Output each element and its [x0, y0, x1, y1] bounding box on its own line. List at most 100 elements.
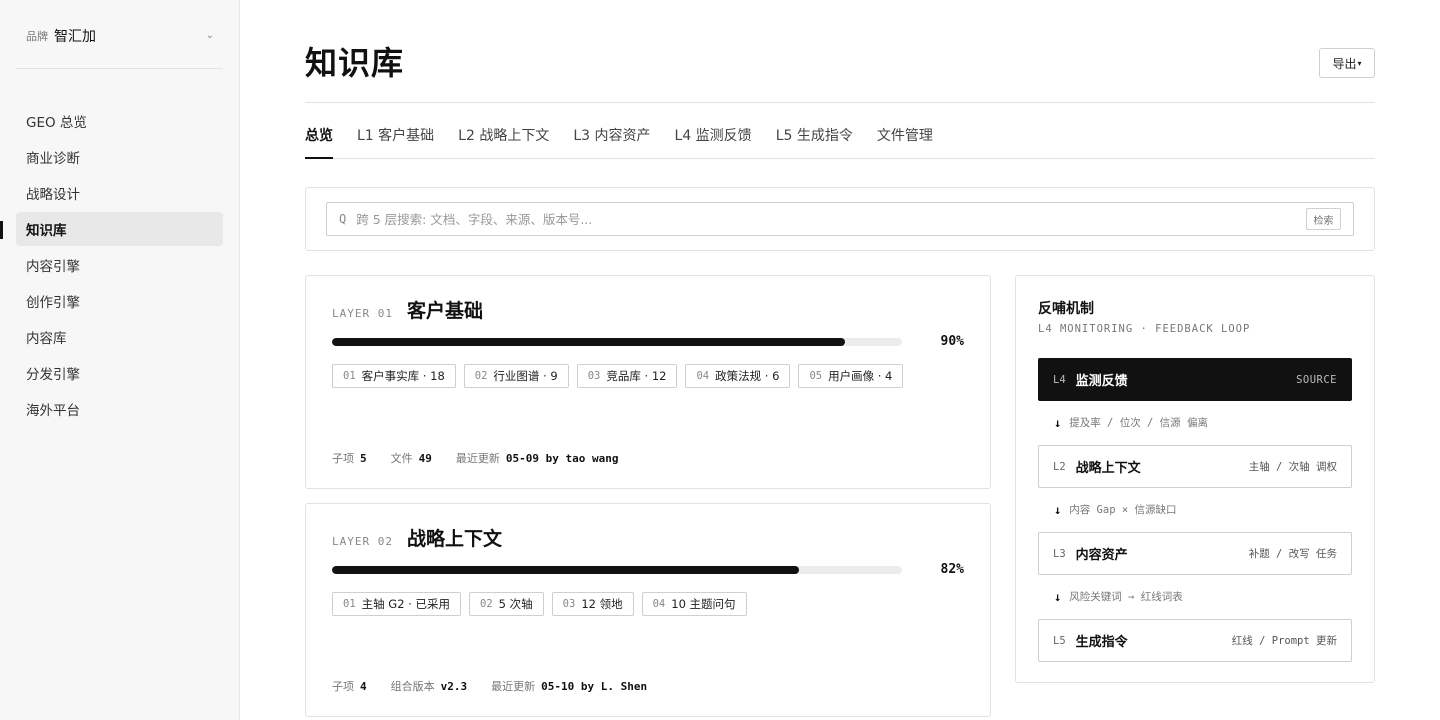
chip-label: 政策法规 · 6	[715, 369, 780, 383]
sidebar-item-knowledge-base[interactable]: 知识库	[16, 212, 223, 246]
node-meta: SOURCE	[1296, 373, 1337, 386]
chip-number: 04	[696, 370, 710, 382]
tab-overview[interactable]: 总览	[305, 112, 333, 159]
node-code: L3	[1053, 547, 1066, 560]
sidebar-item-content-engine[interactable]: 内容引擎	[16, 248, 223, 282]
progress-fill	[332, 338, 845, 346]
layer-header: LAYER 02 战略上下文	[332, 524, 502, 551]
search-panel: Q 检索	[305, 187, 1375, 251]
footer-value: 05-10 by L. Shen	[541, 680, 648, 693]
chip-customer-facts[interactable]: 01 客户事实库 · 18	[332, 364, 456, 388]
footer-value: v2.3	[440, 680, 468, 693]
chip-label: 12 领地	[581, 597, 623, 611]
footer-label: 子项	[332, 680, 354, 693]
caret-down-icon: ▾	[1357, 58, 1362, 68]
layer-card-01[interactable]: LAYER 01 客户基础 90% 01 客户事实库 · 18 02 行业图谱 · …	[305, 275, 991, 489]
chip-topic-questions[interactable]: 04 10 主题问句	[641, 592, 747, 616]
footer-value: 5	[360, 452, 367, 465]
flow-label: 内容 Gap × 信源缺口	[1069, 504, 1177, 516]
node-name: 战略上下文	[1075, 461, 1141, 476]
flow-label: 提及率 / 位次 / 信源 偏离	[1069, 417, 1208, 429]
sidebar: 品牌 智汇加 ⌄ GEO 总览 商业诊断 战略设计 知识库 内容引擎 创作引擎 …	[0, 0, 240, 720]
export-button[interactable]: 导出 ▾	[1319, 48, 1375, 78]
feedback-node-l2[interactable]: L2 战略上下文 主轴 / 次轴 调权	[1038, 445, 1352, 488]
tab-l1-customer-base[interactable]: L1 客户基础	[357, 112, 434, 158]
chip-territories[interactable]: 03 12 领地	[551, 592, 634, 616]
sidebar-item-strategy-design[interactable]: 战略设计	[16, 176, 223, 210]
panel-subtitle: L4 MONITORING · FEEDBACK LOOP	[1038, 323, 1251, 335]
tab-file-management[interactable]: 文件管理	[877, 112, 933, 158]
node-name: 生成指令	[1075, 635, 1128, 650]
search-box: Q 检索	[326, 202, 1354, 236]
node-name: 监测反馈	[1075, 374, 1128, 389]
flow-arrow: ↓ 提及率 / 位次 / 信源 偏离	[1054, 415, 1208, 430]
footer-label: 文件	[390, 452, 413, 465]
feedback-node-l3[interactable]: L3 内容资产 补题 / 改写 任务	[1038, 532, 1352, 575]
chip-policy-regulations[interactable]: 04 政策法规 · 6	[685, 364, 791, 388]
chip-industry-map[interactable]: 02 行业图谱 · 9	[463, 364, 569, 388]
tab-bar: 总览 L1 客户基础 L2 战略上下文 L3 内容资产 L4 监测反馈 L5 生…	[305, 112, 1375, 159]
footer-label: 最近更新	[455, 452, 500, 465]
node-meta: 主轴 / 次轴 调权	[1248, 461, 1337, 473]
chip-label: 竞品库 · 12	[606, 369, 667, 383]
chip-label: 5 次轴	[498, 597, 533, 611]
brand-switcher[interactable]: 品牌 智汇加 ⌄	[26, 26, 214, 46]
sidebar-nav: GEO 总览 商业诊断 战略设计 知识库 内容引擎 创作引擎 内容库 分发引擎 …	[16, 104, 223, 428]
chip-label: 主轴 G2 · 已采用	[361, 597, 451, 611]
flow-arrow: ↓ 风险关键词 → 红线词表	[1054, 589, 1183, 604]
tab-l3-content-assets[interactable]: L3 内容资产	[573, 112, 650, 158]
chip-label: 用户画像 · 4	[828, 369, 893, 383]
sidebar-item-content-library[interactable]: 内容库	[16, 320, 223, 354]
sidebar-item-geo-overview[interactable]: GEO 总览	[16, 104, 223, 138]
progress-percent: 82%	[940, 562, 964, 577]
tab-l5-generation[interactable]: L5 生成指令	[776, 112, 853, 158]
node-code: L4	[1053, 373, 1066, 386]
progress-percent: 90%	[940, 334, 964, 349]
tab-l4-monitoring[interactable]: L4 监测反馈	[675, 112, 752, 158]
chip-secondary-axes[interactable]: 02 5 次轴	[469, 592, 544, 616]
layer-title: 战略上下文	[406, 528, 502, 550]
flow-arrow: ↓ 内容 Gap × 信源缺口	[1054, 502, 1177, 517]
feedback-node-l4[interactable]: L4 监测反馈 SOURCE	[1038, 358, 1352, 401]
layer-footer: 子项 4 组合版本 v2.3 最近更新 05-10 by L. Shen	[332, 678, 671, 694]
chip-label: 10 主题问句	[671, 597, 736, 611]
sidebar-item-distribution-engine[interactable]: 分发引擎	[16, 356, 223, 390]
chip-list: 01 客户事实库 · 18 02 行业图谱 · 9 03 竞品库 · 12 04 政策法…	[332, 364, 911, 388]
chip-number: 05	[809, 370, 823, 382]
search-button[interactable]: 检索	[1306, 208, 1341, 230]
active-nav-marker	[0, 221, 3, 239]
chip-number: 03	[587, 370, 601, 382]
tab-l2-strategy-context[interactable]: L2 战略上下文	[458, 112, 549, 158]
flow-label: 风险关键词 → 红线词表	[1069, 591, 1183, 603]
chip-label: 客户事实库 · 18	[361, 369, 445, 383]
chip-main-axis[interactable]: 01 主轴 G2 · 已采用	[332, 592, 462, 616]
progress-fill	[332, 566, 800, 574]
layer-kicker: LAYER 01	[332, 307, 393, 320]
footer-label: 组合版本	[390, 680, 435, 693]
brand-tag: 品牌	[26, 30, 48, 43]
sidebar-item-overseas-platforms[interactable]: 海外平台	[16, 392, 223, 426]
footer-value: 4	[360, 680, 367, 693]
chip-list: 01 主轴 G2 · 已采用 02 5 次轴 03 12 领地 04 10 主题问句	[332, 592, 755, 616]
brand-name: 智汇加	[54, 29, 96, 45]
node-name: 内容资产	[1075, 548, 1128, 563]
chip-competitors[interactable]: 03 竞品库 · 12	[576, 364, 678, 388]
node-meta: 补题 / 改写 任务	[1248, 548, 1337, 560]
footer-label: 最近更新	[491, 680, 536, 693]
footer-value: 05-09 by tao wang	[505, 452, 619, 465]
arrow-down-icon: ↓	[1054, 415, 1062, 430]
chevron-down-icon[interactable]: ⌄	[206, 30, 214, 41]
arrow-down-icon: ↓	[1054, 502, 1062, 517]
chip-user-persona[interactable]: 05 用户画像 · 4	[798, 364, 904, 388]
chip-number: 02	[480, 598, 493, 610]
feedback-node-l5[interactable]: L5 生成指令 红线 / Prompt 更新	[1038, 619, 1352, 662]
search-icon: Q	[339, 212, 347, 226]
feedback-loop-panel: 反哺机制 L4 MONITORING · FEEDBACK LOOP L4 监测…	[1015, 275, 1375, 683]
search-input[interactable]	[356, 211, 1257, 227]
panel-title: 反哺机制	[1038, 301, 1094, 317]
layer-card-02[interactable]: LAYER 02 战略上下文 82% 01 主轴 G2 · 已采用 02 5 次轴 …	[305, 503, 991, 717]
sidebar-item-business-diagnosis[interactable]: 商业诊断	[16, 140, 223, 174]
layer-kicker: LAYER 02	[332, 535, 393, 548]
export-label: 导出	[1332, 56, 1357, 71]
sidebar-item-creation-engine[interactable]: 创作引擎	[16, 284, 223, 318]
